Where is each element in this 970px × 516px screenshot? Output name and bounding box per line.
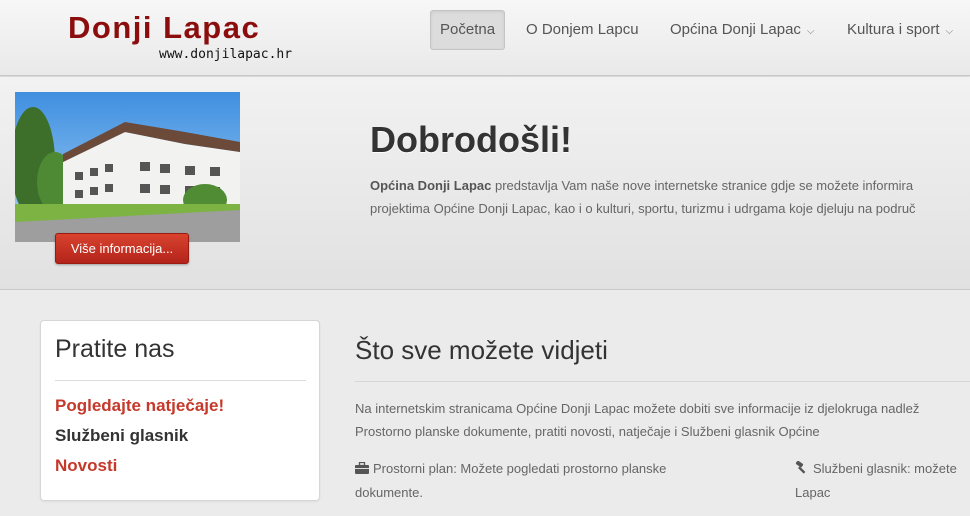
nav-item-opcina[interactable]: Općina Donji Lapac ⌵ bbox=[661, 10, 824, 50]
follow-us-panel: Pratite nas Pogledajte natječaje! Službe… bbox=[40, 320, 320, 501]
nav-item-pocetna[interactable]: Početna bbox=[430, 10, 506, 50]
lead-rest: predstavlja Vam naše nove internetske st… bbox=[491, 178, 914, 193]
nav-item-o-donjem-lapcu[interactable]: O Donjem Lapcu bbox=[517, 10, 648, 50]
feature-official-gazette: Službeni glasnik: možete Lapac bbox=[795, 457, 970, 505]
nav-item-kultura-i-sport[interactable]: Kultura i sport ⌵ bbox=[838, 10, 962, 50]
chevron-down-icon: ⌵ bbox=[806, 26, 815, 37]
hero-section: Više informacija... Dobrodošli! Općina D… bbox=[0, 77, 970, 290]
site-header: Donji Lapac www.donjilapac.hr Početna O … bbox=[0, 0, 970, 76]
welcome-heading: Dobrodošli! bbox=[370, 119, 572, 160]
nav-label: Općina Donji Lapac bbox=[670, 21, 801, 38]
gavel-icon bbox=[795, 458, 810, 474]
site-title[interactable]: Donji Lapac bbox=[68, 10, 260, 46]
feature-text: Prostorni plan: Možete pogledati prostor… bbox=[373, 461, 667, 476]
lead-line-2: projektima Općine Donji Lapac, kao i o k… bbox=[370, 201, 916, 216]
chevron-down-icon: ⌵ bbox=[945, 26, 954, 37]
feature-text: Službeni glasnik: možete bbox=[813, 461, 957, 476]
site-url: www.donjilapac.hr bbox=[159, 47, 293, 62]
town-hall-photo bbox=[15, 92, 240, 242]
welcome-text: Općina Donji Lapac predstavlja Vam naše … bbox=[370, 174, 970, 220]
feature-text-2: dokumente. bbox=[355, 485, 423, 500]
nav-label: Početna bbox=[440, 21, 496, 38]
intro-line-1: Na internetskim stranicama Općine Donji … bbox=[355, 401, 920, 416]
intro-line-2: Prostorno planske dokumente, pratiti nov… bbox=[355, 424, 820, 439]
panel-title: Pratite nas bbox=[55, 335, 175, 363]
feature-spatial-plan: Prostorni plan: Možete pogledati prostor… bbox=[355, 457, 735, 505]
nav-label: O Donjem Lapcu bbox=[526, 21, 639, 38]
lead-bold: Općina Donji Lapac bbox=[370, 178, 492, 193]
divider bbox=[55, 380, 306, 381]
tenders-link[interactable]: Pogledajte natječaje! bbox=[55, 396, 224, 416]
official-gazette-link[interactable]: Službeni glasnik bbox=[55, 426, 188, 446]
nav-label: Kultura i sport bbox=[847, 21, 940, 38]
feature-text-2: Lapac bbox=[795, 485, 831, 500]
section-heading: Što sve možete vidjeti bbox=[355, 335, 608, 365]
divider bbox=[355, 381, 970, 382]
news-link[interactable]: Novosti bbox=[55, 456, 117, 476]
more-info-button[interactable]: Više informacija... bbox=[55, 233, 189, 264]
section-intro: Na internetskim stranicama Općine Donji … bbox=[355, 397, 970, 443]
briefcase-icon bbox=[355, 458, 370, 474]
